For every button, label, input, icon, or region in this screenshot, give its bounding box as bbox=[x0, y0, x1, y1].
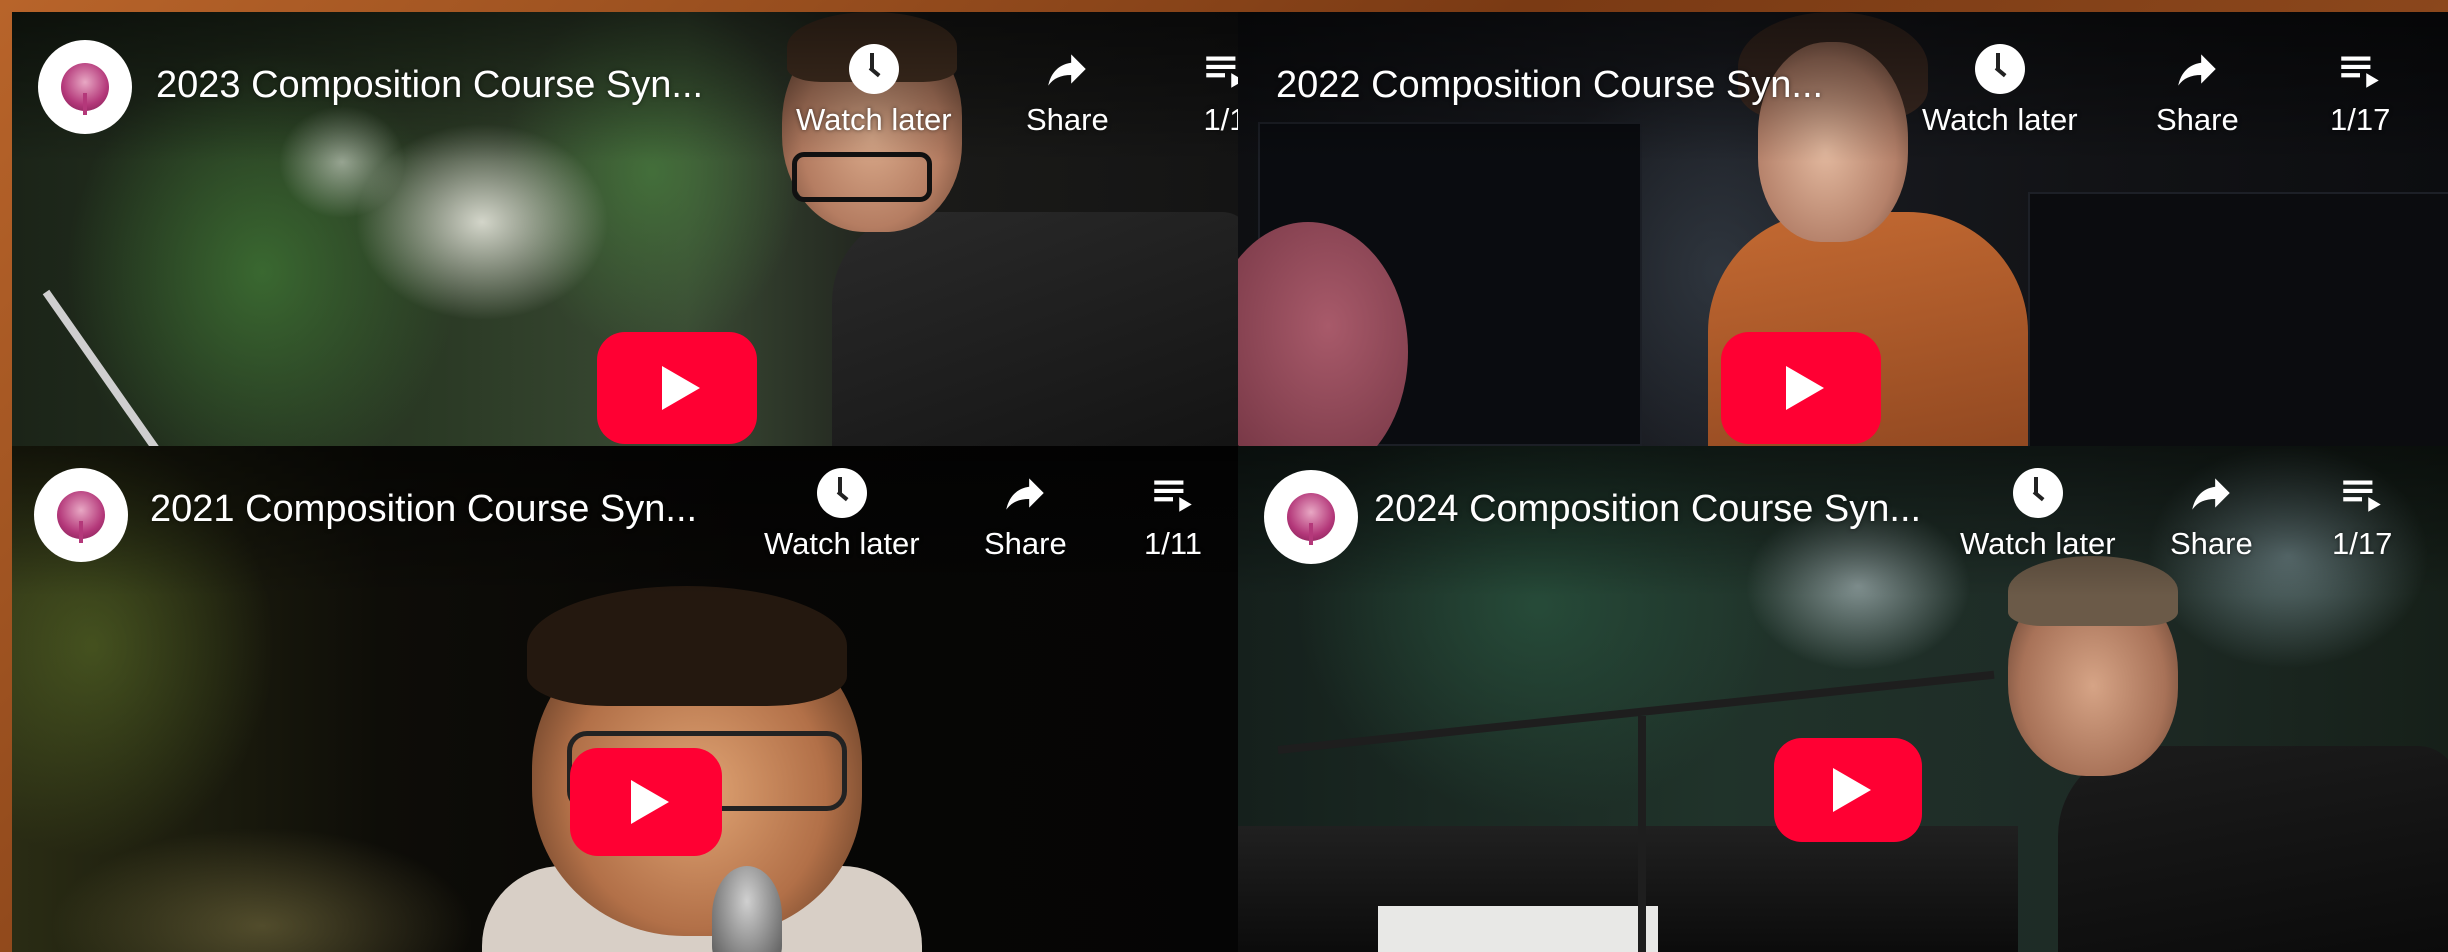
video-title[interactable]: 2024 Composition Course Syn... bbox=[1374, 488, 1921, 531]
microphone-stand bbox=[1638, 716, 1646, 952]
play-icon bbox=[1833, 768, 1871, 812]
watch-later-label: Watch later bbox=[764, 526, 920, 561]
playlist-button[interactable]: 1/11 bbox=[1144, 468, 1202, 562]
playlist-button[interactable]: 1/17 bbox=[2330, 44, 2390, 138]
playlist-counter: 1/1 bbox=[1203, 102, 1238, 137]
playlist-icon bbox=[2335, 44, 2385, 94]
watch-later-button[interactable]: Watch later bbox=[1960, 468, 2116, 562]
clock-icon bbox=[1974, 44, 2025, 94]
share-label: Share bbox=[1026, 102, 1109, 137]
share-arrow-icon bbox=[2186, 468, 2236, 518]
video-embed-2021[interactable]: 2021 Composition Course Syn... Watch lat… bbox=[12, 446, 1238, 952]
play-icon bbox=[1786, 366, 1824, 410]
video-gallery: 2023 Composition Course Syn... Watch lat… bbox=[0, 0, 2448, 952]
channel-avatar[interactable] bbox=[1264, 470, 1358, 564]
clock-icon bbox=[848, 44, 899, 94]
clock-icon bbox=[2012, 468, 2063, 518]
share-arrow-icon bbox=[1042, 44, 1092, 94]
share-label: Share bbox=[2156, 102, 2239, 137]
video-embed-2022[interactable]: 2022 Composition Course Syn... Watch lat… bbox=[1238, 12, 2448, 446]
watch-later-label: Watch later bbox=[1922, 102, 2078, 137]
watch-later-label: Watch later bbox=[1960, 526, 2116, 561]
share-button[interactable]: Share bbox=[984, 468, 1067, 562]
channel-avatar[interactable] bbox=[34, 468, 128, 562]
share-label: Share bbox=[984, 526, 1067, 561]
playlist-counter: 1/11 bbox=[1144, 526, 1203, 561]
watch-later-button[interactable]: Watch later bbox=[796, 44, 952, 138]
playlist-icon bbox=[2337, 468, 2387, 518]
video-title[interactable]: 2023 Composition Course Syn... bbox=[156, 64, 703, 107]
playlist-counter: 1/17 bbox=[2330, 102, 2391, 137]
share-button[interactable]: Share bbox=[2156, 44, 2239, 138]
play-button[interactable] bbox=[1774, 738, 1922, 842]
watch-later-button[interactable]: Watch later bbox=[764, 468, 920, 562]
video-title[interactable]: 2021 Composition Course Syn... bbox=[150, 488, 697, 531]
channel-logo-icon bbox=[61, 63, 109, 115]
share-button[interactable]: Share bbox=[2170, 468, 2253, 562]
sheet-music bbox=[1378, 906, 1658, 952]
share-label: Share bbox=[2170, 526, 2253, 561]
share-arrow-icon bbox=[2172, 44, 2222, 94]
performer-body bbox=[2058, 746, 2448, 952]
watch-later-label: Watch later bbox=[796, 102, 952, 137]
playlist-counter: 1/17 bbox=[2332, 526, 2393, 561]
video-title[interactable]: 2022 Composition Course Syn... bbox=[1276, 64, 1823, 107]
play-button[interactable] bbox=[597, 332, 757, 444]
play-button[interactable] bbox=[570, 748, 722, 856]
performer-hair bbox=[527, 586, 847, 706]
share-button[interactable]: Share bbox=[1026, 44, 1109, 138]
playlist-icon bbox=[1200, 44, 1238, 94]
playlist-button[interactable]: 1/1 bbox=[1200, 44, 1238, 138]
playlist-icon bbox=[1148, 468, 1198, 518]
play-icon bbox=[662, 366, 700, 410]
video-embed-2023[interactable]: 2023 Composition Course Syn... Watch lat… bbox=[12, 12, 1238, 446]
share-arrow-icon bbox=[1000, 468, 1050, 518]
clock-icon bbox=[816, 468, 867, 518]
video-embed-2024[interactable]: 2024 Composition Course Syn... Watch lat… bbox=[1238, 446, 2448, 952]
channel-logo-icon bbox=[57, 491, 105, 543]
channel-avatar[interactable] bbox=[38, 40, 132, 134]
music-stand bbox=[2028, 192, 2448, 446]
watch-later-button[interactable]: Watch later bbox=[1922, 44, 2078, 138]
playlist-button[interactable]: 1/17 bbox=[2332, 468, 2392, 562]
music-stand bbox=[42, 289, 164, 446]
performer-body bbox=[832, 212, 1238, 446]
channel-logo-icon bbox=[1287, 493, 1335, 545]
play-button[interactable] bbox=[1721, 332, 1881, 444]
play-icon bbox=[631, 780, 669, 824]
